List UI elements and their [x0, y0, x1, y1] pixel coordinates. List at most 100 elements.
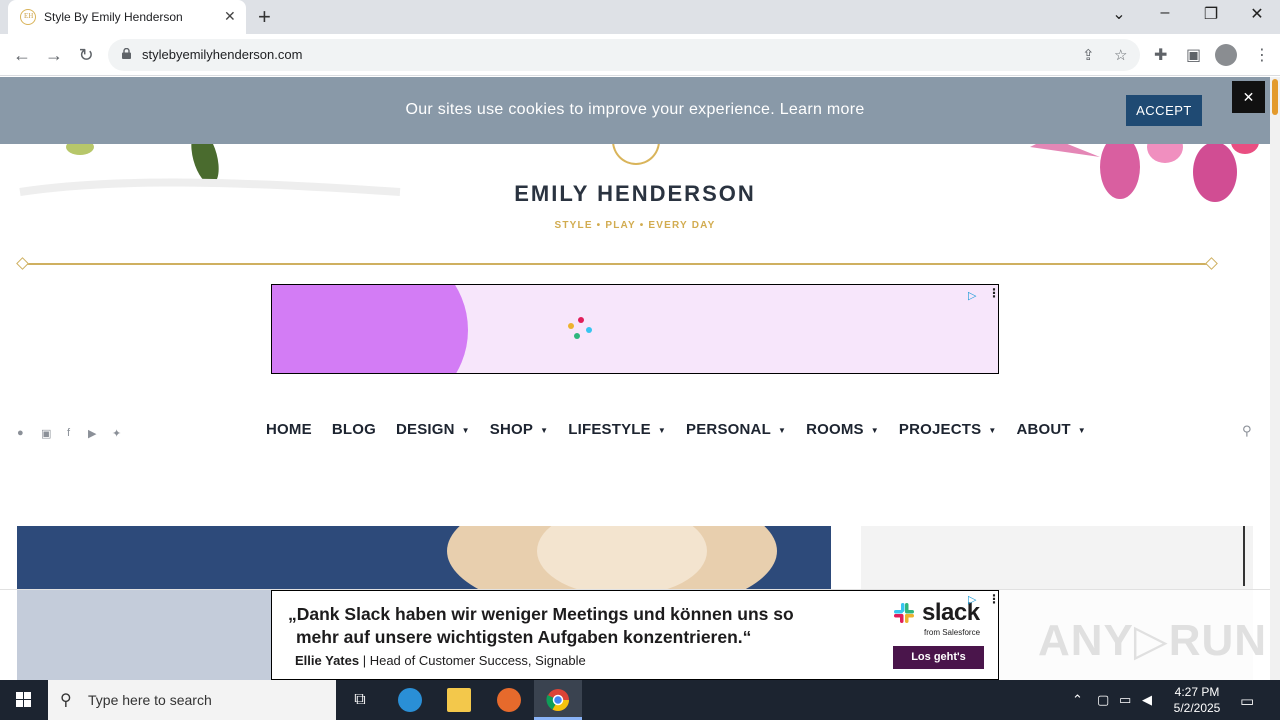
nav-item-rooms[interactable]: ROOMS ▼: [806, 421, 879, 441]
divider-diamond-right: [1205, 257, 1218, 270]
taskbar-clock[interactable]: 4:27 PM 5/2/2025: [1162, 684, 1232, 716]
nav-label: ROOMS: [806, 421, 864, 438]
twitter-icon[interactable]: ✦: [112, 427, 121, 440]
address-bar[interactable]: stylebyemilyhenderson.com ⇪ ☆: [108, 39, 1140, 71]
ad-attribution: Ellie Yates | Head of Customer Success, …: [295, 653, 586, 668]
caret-down-icon: ▼: [461, 425, 470, 435]
adchoices-icon[interactable]: ▷: [968, 593, 976, 606]
loading-dot: [568, 323, 574, 329]
accept-cookies-button[interactable]: ACCEPT: [1126, 95, 1202, 126]
windows-taskbar: ⚲ Type here to search ⧉ ⌃ ▢ ▭ ◀ 4:27 PM …: [0, 680, 1280, 720]
network-icon[interactable]: ▭: [1119, 692, 1131, 708]
cookie-banner: Our sites use cookies to improve your ex…: [0, 77, 1270, 144]
nav-label: DESIGN: [395, 421, 455, 438]
ad-cta-button[interactable]: Los geht's: [893, 646, 984, 669]
pinterest-icon[interactable]: ●: [17, 427, 24, 439]
divider-diamond-left: [16, 257, 29, 270]
page-scrollbar[interactable]: [1270, 77, 1280, 680]
windows-start-icon[interactable]: [0, 680, 48, 720]
tab-close-icon[interactable]: ✕: [224, 8, 236, 25]
caret-down-icon: ▼: [657, 425, 666, 435]
tab-search-icon[interactable]: ⌄: [1096, 4, 1142, 24]
youtube-icon[interactable]: ▶: [88, 427, 96, 440]
back-arrow-icon[interactable]: ←: [10, 43, 34, 67]
favicon-letters: EH: [24, 12, 34, 20]
tab-title: Style By Emily Henderson: [44, 10, 183, 24]
site-brand-title[interactable]: EMILY HENDERSON: [0, 181, 1270, 207]
scrollbar-thumb[interactable]: [1272, 79, 1278, 115]
tray-chevron-icon[interactable]: ⌃: [1072, 692, 1083, 708]
chrome-icon: [546, 689, 569, 711]
ad-menu-icon[interactable]: ⋮: [988, 286, 998, 300]
side-panel-icon[interactable]: ▣: [1186, 45, 1201, 65]
device-icon[interactable]: ▢: [1097, 692, 1109, 708]
clock-date: 5/2/2025: [1173, 701, 1221, 715]
facebook-icon[interactable]: f: [67, 427, 70, 439]
reload-icon[interactable]: ↻: [74, 43, 98, 67]
slack-sub-brand: from Salesforce: [924, 628, 981, 637]
main-navigation: HOME BLOG DESIGN ▼ SHOP ▼ LIFESTYLE ▼ PERSO…: [266, 421, 1086, 441]
nav-item-personal[interactable]: PERSONAL ▼: [686, 421, 786, 441]
kebab-menu-icon[interactable]: ⋮: [1254, 45, 1270, 65]
bookmark-star-icon[interactable]: ☆: [1114, 46, 1127, 64]
top-banner-ad[interactable]: ▷ ⋮: [271, 284, 999, 374]
ad-quote: „Dank Slack haben wir weniger Meetings u…: [288, 603, 848, 649]
nav-item-blog[interactable]: BLOG: [332, 421, 376, 441]
site-tagline: STYLE • PLAY • EVERY DAY: [554, 220, 716, 231]
nav-item-home[interactable]: HOME: [266, 421, 312, 441]
nav-item-lifestyle[interactable]: LIFESTYLE ▼: [568, 421, 666, 441]
search-icon: ⚲: [60, 692, 72, 709]
site-favicon-icon: EH: [20, 9, 36, 25]
ad-purple-shape: [272, 285, 468, 373]
extensions-puzzle-icon[interactable]: ✚: [1154, 45, 1167, 65]
caret-down-icon: ▼: [777, 425, 787, 435]
caret-down-icon: ▼: [870, 425, 879, 435]
ad-quote-line: mehr auf unsere wichtigsten Aufgaben kon…: [296, 627, 752, 647]
new-tab-button[interactable]: +: [258, 4, 271, 30]
nav-item-projects[interactable]: PROJECTS ▼: [899, 421, 997, 441]
notifications-icon[interactable]: ▭: [1240, 692, 1254, 710]
slack-banner-ad[interactable]: „Dank Slack haben wir weniger Meetings u…: [271, 590, 1000, 680]
nav-label: PERSONAL: [686, 421, 771, 438]
ad-person-title: | Head of Customer Success, Signable: [359, 653, 586, 668]
minimize-button[interactable]: –: [1142, 4, 1188, 22]
file-explorer-icon[interactable]: [447, 688, 471, 712]
browser-tab-strip: EH Style By Emily Henderson ✕ + ⌄ – ❐ ✕: [0, 0, 1280, 34]
loading-dot: [578, 317, 584, 323]
restore-button[interactable]: ❐: [1188, 4, 1234, 24]
ad-person-name: Ellie Yates: [295, 653, 360, 668]
ad-menu-icon[interactable]: ⋮: [988, 592, 1000, 606]
window-close-button[interactable]: ✕: [1234, 4, 1280, 24]
caret-down-icon: ▼: [1077, 425, 1086, 435]
header-divider: [22, 263, 1212, 265]
adchoices-icon[interactable]: ▷: [968, 289, 976, 302]
nav-item-about[interactable]: ABOUT ▼: [1016, 421, 1085, 441]
edge-browser-icon[interactable]: [398, 688, 422, 712]
nav-item-design[interactable]: DESIGN ▼: [396, 421, 470, 441]
cookie-message[interactable]: Our sites use cookies to improve your ex…: [0, 101, 1270, 119]
slack-logo-icon: [894, 603, 914, 623]
nav-label: LIFESTYLE: [568, 421, 651, 438]
firefox-icon[interactable]: [497, 688, 521, 712]
nav-label: HOME: [266, 421, 312, 438]
close-banner-icon[interactable]: ✕: [1232, 81, 1265, 113]
anyrun-watermark: ANY▷RUN: [1038, 616, 1268, 665]
lock-icon: [122, 48, 131, 59]
profile-avatar-icon[interactable]: [1215, 44, 1237, 66]
share-icon[interactable]: ⇪: [1082, 46, 1095, 64]
nav-item-shop[interactable]: SHOP ▼: [490, 421, 548, 441]
nav-label: BLOG: [331, 421, 376, 438]
clock-time: 4:27 PM: [1174, 685, 1220, 699]
nav-label: SHOP: [489, 421, 534, 438]
forward-arrow-icon[interactable]: →: [42, 43, 66, 67]
loading-dot: [574, 333, 580, 339]
task-view-icon[interactable]: ⧉: [348, 688, 372, 712]
instagram-icon[interactable]: ▣: [41, 427, 51, 440]
browser-tab[interactable]: EH Style By Emily Henderson ✕: [8, 0, 246, 34]
chrome-taskbar-button[interactable]: [534, 680, 582, 720]
search-icon[interactable]: ⚲: [1242, 423, 1252, 439]
taskbar-search-box[interactable]: ⚲ Type here to search: [48, 680, 336, 720]
volume-icon[interactable]: ◀: [1142, 692, 1152, 708]
loading-dot: [586, 327, 592, 333]
taskbar-search-placeholder: Type here to search: [88, 692, 212, 708]
